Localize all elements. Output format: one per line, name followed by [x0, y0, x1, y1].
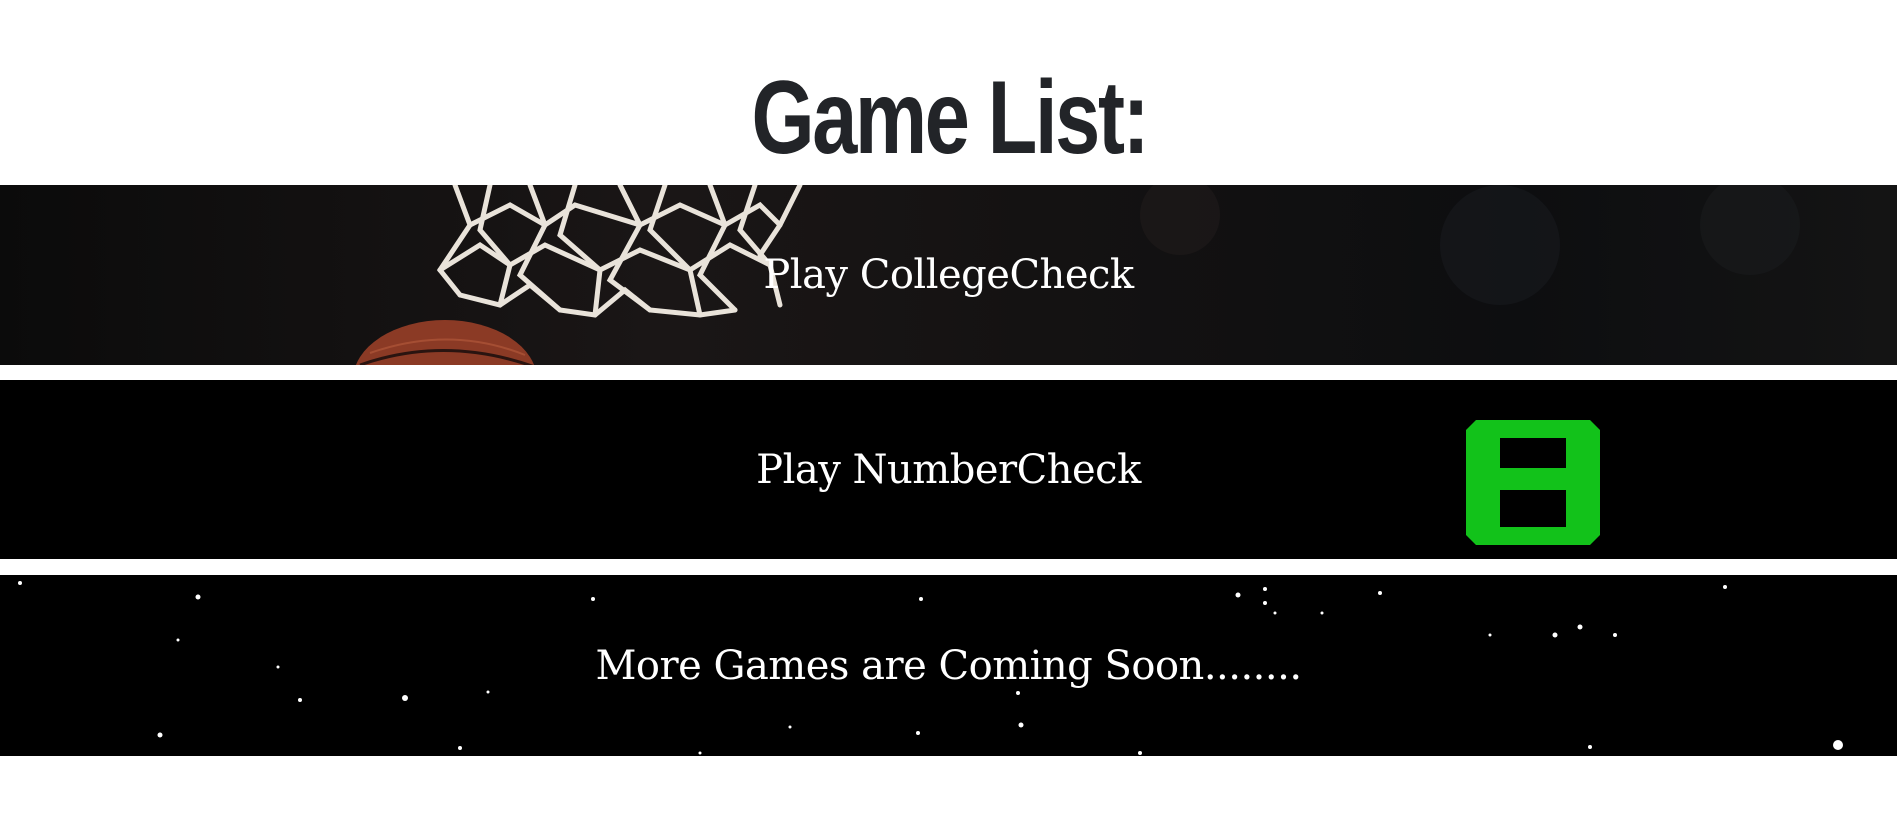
page-title: Game List:	[751, 60, 1149, 176]
play-numbercheck-label: Play NumberCheck	[756, 446, 1141, 493]
play-collegecheck-banner[interactable]: Play CollegeCheck	[0, 185, 1897, 365]
more-games-label: More Games are Coming Soon........	[595, 642, 1302, 689]
play-collegecheck-label: Play CollegeCheck	[763, 252, 1134, 298]
more-games-banner[interactable]: More Games are Coming Soon........	[0, 575, 1897, 756]
play-numbercheck-banner[interactable]: Play NumberCheck	[0, 380, 1897, 559]
